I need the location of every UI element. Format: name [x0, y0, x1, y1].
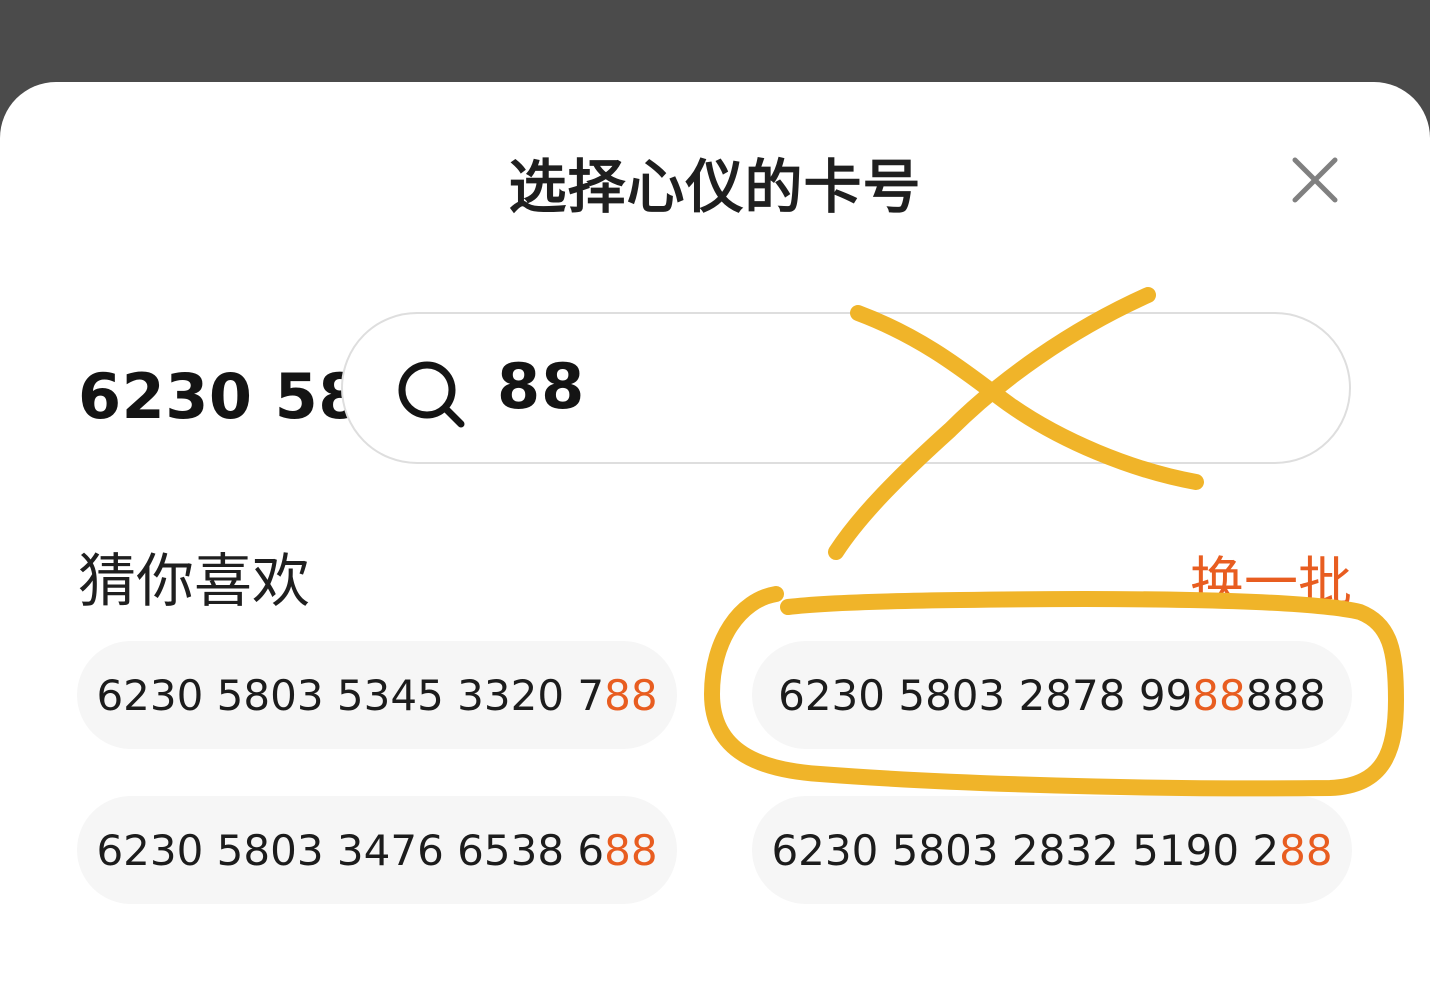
card-number-option[interactable]: 6230 5803 5345 3320 7 88: [77, 641, 677, 749]
close-icon: [1292, 157, 1338, 203]
card-number-text: 6230 5803 5345 3320 7: [96, 670, 605, 720]
card-number-text: 6230 5803 2832 5190 2: [771, 825, 1280, 875]
section-title-recommend: 猜你喜欢: [78, 547, 311, 615]
card-number-text: 6230 5803 2878 99: [778, 670, 1193, 720]
sheet-title: 选择心仪的卡号: [508, 153, 922, 221]
search-input[interactable]: 88: [341, 312, 1351, 464]
card-number-match: 88: [1279, 825, 1333, 875]
card-number-option[interactable]: 6230 5803 2832 5190 2 88: [752, 796, 1352, 904]
close-button[interactable]: [1283, 148, 1347, 212]
search-query[interactable]: 88: [497, 350, 585, 423]
card-number-match: 88: [604, 825, 658, 875]
card-number-match: 88: [604, 670, 658, 720]
card-number-suffix: 888: [1245, 670, 1326, 720]
card-number-match: 88: [1192, 670, 1246, 720]
search-icon: [398, 361, 465, 428]
card-number-text: 6230 5803 3476 6538 6: [96, 825, 605, 875]
refresh-button[interactable]: 换一批: [1190, 538, 1352, 617]
card-number-option[interactable]: 6230 5803 3476 6538 6 88: [77, 796, 677, 904]
card-prefix: 6230 58: [78, 360, 362, 433]
card-number-option[interactable]: 6230 5803 2878 99 88 888: [752, 641, 1352, 749]
